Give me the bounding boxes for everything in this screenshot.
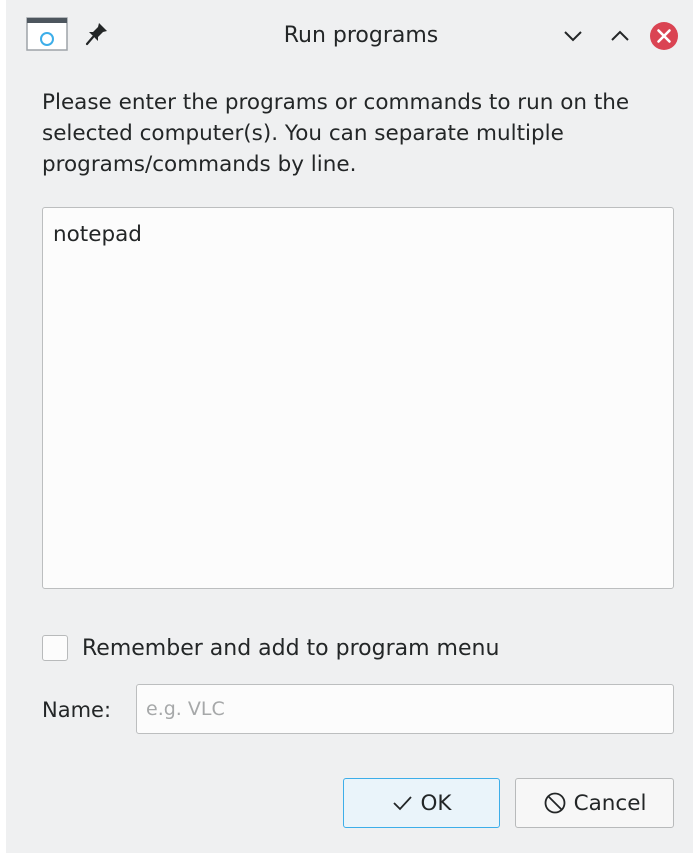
window-app-icon[interactable] (26, 17, 68, 51)
run-programs-dialog: Run programs Please enter the programs o… (6, 0, 693, 853)
dialog-description: Please enter the programs or commands to… (42, 90, 630, 177)
remember-checkbox[interactable] (42, 635, 68, 661)
name-label: Name: (42, 698, 112, 722)
ok-button[interactable]: OK (343, 778, 500, 828)
window-title: Run programs (283, 23, 439, 48)
chevron-down-icon[interactable] (558, 21, 588, 51)
cancel-icon (544, 792, 565, 814)
ok-button-label: OK (420, 790, 452, 816)
remember-label[interactable]: Remember and add to program menu (82, 636, 499, 661)
commands-textarea[interactable]: notepad (42, 207, 674, 589)
cancel-button-label: Cancel (573, 790, 647, 816)
title-bar: Run programs (6, 0, 693, 74)
close-icon[interactable] (649, 21, 679, 51)
pin-icon[interactable] (84, 20, 110, 48)
cancel-button[interactable]: Cancel (515, 778, 674, 828)
checkmark-icon (393, 796, 413, 811)
remember-checkbox-row[interactable]: Remember and add to program menu (42, 632, 499, 664)
chevron-up-icon[interactable] (605, 21, 635, 51)
name-input[interactable] (136, 684, 674, 734)
